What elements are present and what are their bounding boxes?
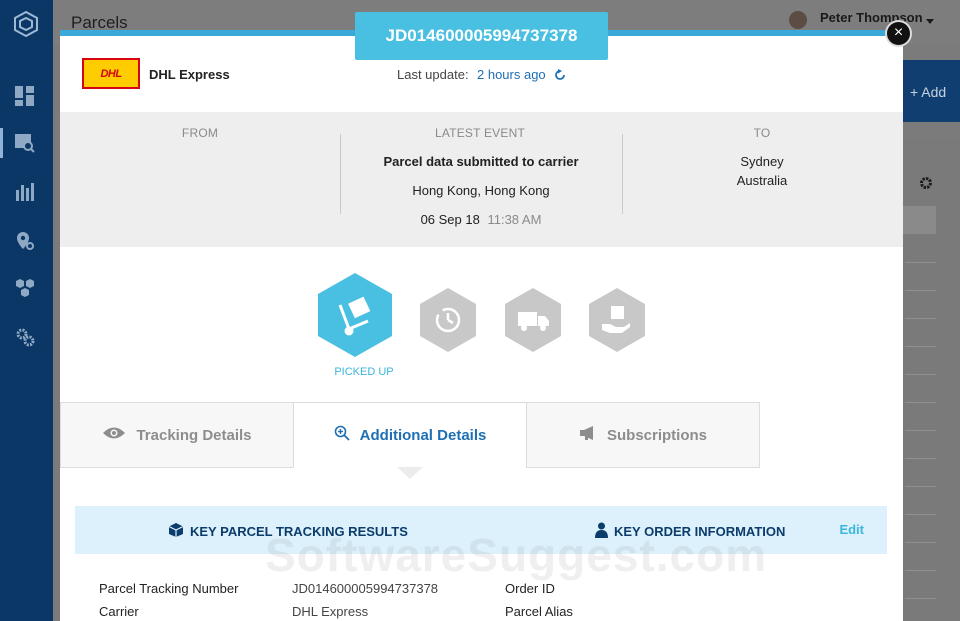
tab-additional-details[interactable]: Additional Details — [293, 402, 527, 468]
user-icon — [595, 522, 608, 541]
table-row[interactable] — [905, 486, 936, 487]
key-order-info-heading: KEY ORDER INFORMATION — [595, 522, 785, 541]
event-title: Parcel data submitted to carrier — [383, 154, 579, 169]
sidebar-active-indicator — [0, 128, 3, 158]
to-label: TO — [753, 126, 771, 140]
zoom-in-icon — [334, 425, 350, 445]
tab-subscriptions[interactable]: Subscriptions — [526, 402, 760, 468]
divider — [340, 134, 341, 214]
table-row[interactable] — [905, 318, 936, 319]
results-bar: KEY PARCEL TRACKING RESULTS KEY ORDER IN… — [75, 506, 887, 554]
sidebar — [0, 0, 53, 621]
settings-icon[interactable] — [13, 325, 37, 349]
eye-icon — [102, 426, 126, 444]
order-id-label: Order ID — [505, 581, 555, 596]
tracking-number-label: Parcel Tracking Number — [99, 581, 239, 596]
shipment-summary: FROM LATEST EVENT Parcel data submitted … — [60, 112, 903, 247]
gear-icon[interactable] — [919, 176, 933, 195]
carrier-logo: DHL — [82, 58, 140, 89]
app-logo-icon[interactable] — [12, 10, 40, 38]
key-parcel-results-heading: KEY PARCEL TRACKING RESULTS — [168, 522, 408, 541]
table-row[interactable] — [905, 346, 936, 347]
table-row[interactable] — [905, 458, 936, 459]
parcel-details-modal: DHL DHL Express Last update: 2 hours ago… — [60, 30, 903, 621]
tab-label: Additional Details — [359, 426, 487, 444]
table-row[interactable] — [905, 290, 936, 291]
step-label-picked-up: PICKED UP — [334, 366, 394, 378]
table-row[interactable] — [905, 598, 936, 599]
tab-label: Tracking Details — [136, 426, 252, 444]
event-date: 06 Sep 18 — [420, 212, 480, 227]
event-datetime: 06 Sep 18 11:38 AM — [360, 212, 602, 227]
to-country: Australia — [736, 173, 788, 188]
step-picked-up — [316, 271, 394, 364]
key-order-label: KEY ORDER INFORMATION — [614, 524, 786, 539]
table-row[interactable] — [905, 430, 936, 431]
dashboard-icon[interactable] — [13, 84, 37, 108]
parcels-search-icon[interactable] — [13, 131, 37, 155]
close-icon[interactable]: × — [885, 20, 912, 47]
carrier-label: Carrier — [99, 604, 139, 619]
analytics-icon[interactable] — [13, 180, 37, 204]
step-delivered — [587, 286, 647, 359]
tracking-number-banner: JD014600005994737378 — [355, 12, 608, 60]
chevron-down-icon[interactable] — [926, 19, 934, 24]
table-row[interactable] — [905, 570, 936, 571]
refresh-icon[interactable] — [554, 67, 566, 84]
event-location: Hong Kong, Hong Kong — [412, 183, 550, 198]
tab-tracking-details[interactable]: Tracking Details — [60, 402, 294, 468]
tab-label: Subscriptions — [606, 426, 707, 444]
megaphone-icon — [579, 425, 597, 445]
package-icon — [168, 522, 184, 541]
divider — [622, 134, 623, 214]
last-update-label: Last update: — [397, 67, 469, 82]
from-label: FROM — [181, 126, 219, 140]
table-row[interactable] — [905, 262, 936, 263]
step-in-transit — [418, 286, 478, 359]
carrier-value: DHL Express — [292, 604, 369, 619]
key-parcel-label: KEY PARCEL TRACKING RESULTS — [190, 524, 408, 539]
latest-event-label: LATEST EVENT — [435, 126, 525, 140]
detail-tabs: Tracking Details Additional Details Subs… — [60, 402, 903, 468]
parcel-alias-label: Parcel Alias — [505, 604, 573, 619]
event-time: 11:38 AM — [487, 212, 542, 227]
location-search-icon[interactable] — [13, 229, 37, 253]
active-tab-pointer — [397, 467, 423, 479]
last-update-value[interactable]: 2 hours ago — [477, 67, 546, 82]
table-row[interactable] — [905, 374, 936, 375]
add-parcel-button[interactable]: + Add — [900, 60, 960, 122]
table-row[interactable] — [905, 402, 936, 403]
table-row[interactable] — [905, 542, 936, 543]
edit-button[interactable]: Edit — [839, 522, 864, 537]
carrier-name: DHL Express — [149, 67, 230, 82]
avatar[interactable] — [789, 11, 807, 29]
table-row[interactable] — [905, 514, 936, 515]
to-city: Sydney — [740, 154, 784, 169]
integrations-icon[interactable] — [13, 276, 37, 300]
table-row[interactable] — [903, 206, 936, 234]
step-out-for-delivery — [503, 286, 563, 359]
tracking-number-value: JD014600005994737378 — [292, 581, 439, 596]
